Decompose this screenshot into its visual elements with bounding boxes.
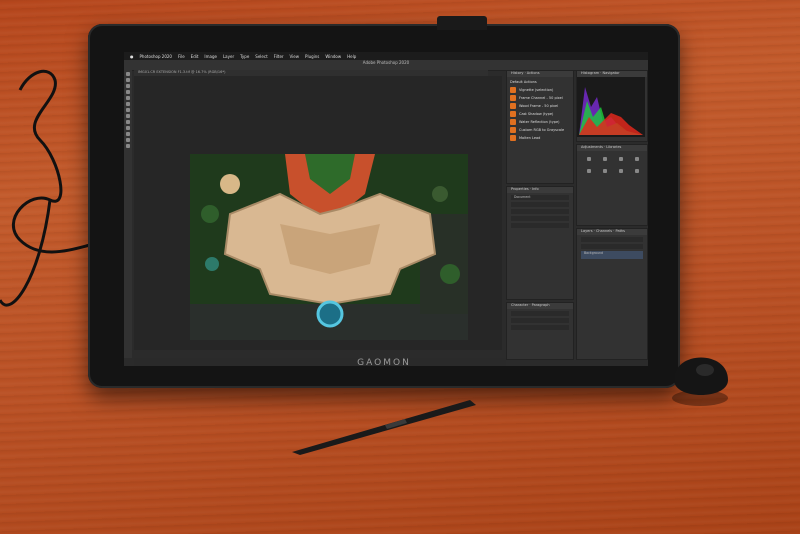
stylus-pen[interactable] bbox=[292, 400, 476, 455]
accessories bbox=[292, 357, 728, 455]
pen-holder[interactable] bbox=[672, 357, 728, 407]
